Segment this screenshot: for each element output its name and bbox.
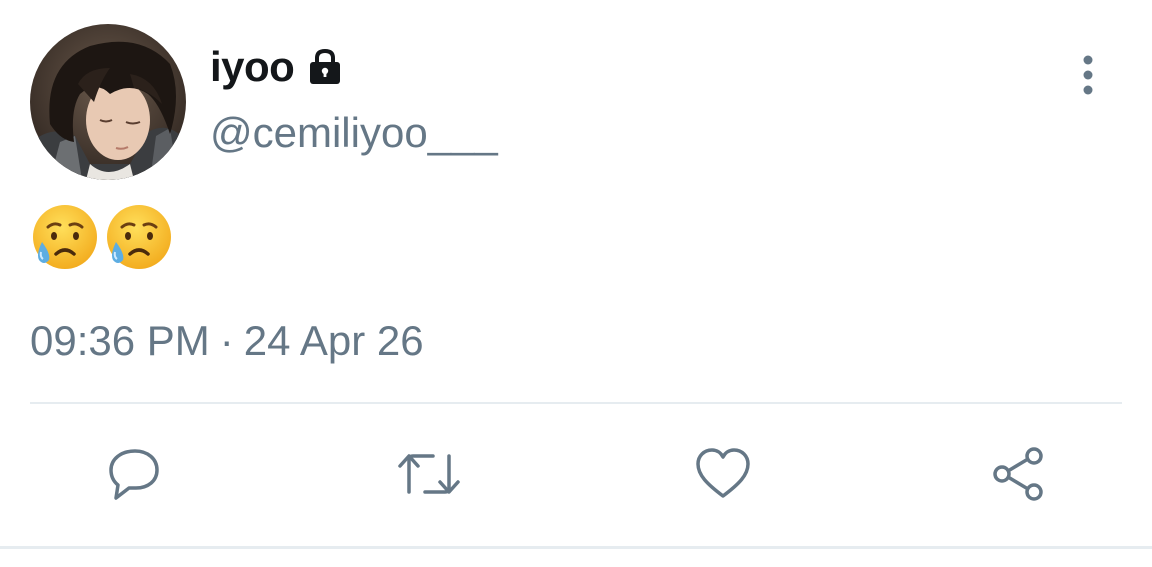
lock-icon bbox=[304, 46, 346, 88]
share-icon bbox=[993, 447, 1043, 501]
heart-icon bbox=[696, 448, 750, 498]
sad-but-relieved-face-icon bbox=[30, 202, 100, 272]
tweet-time: 09:36 PM bbox=[30, 317, 210, 364]
tweet-text bbox=[30, 202, 174, 274]
tweet-date: 24 Apr 26 bbox=[243, 317, 424, 364]
reply-button[interactable] bbox=[103, 442, 167, 506]
bottom-divider bbox=[0, 546, 1152, 549]
sad-but-relieved-face-icon bbox=[104, 202, 174, 272]
display-name-row: iyoo bbox=[210, 38, 346, 96]
user-handle[interactable]: @cemiliyoo___ bbox=[210, 112, 498, 154]
retweet-icon bbox=[398, 454, 460, 494]
tweet-timestamp[interactable]: 09:36 PM · 24 Apr 26 bbox=[30, 317, 424, 364]
display-name[interactable]: iyoo bbox=[210, 46, 295, 88]
avatar[interactable] bbox=[30, 24, 186, 180]
reply-icon bbox=[109, 449, 159, 500]
like-button[interactable] bbox=[691, 442, 755, 506]
tweet-detail: iyoo @cemiliyoo___ 09:36 PM · 24 Apr 26 bbox=[0, 0, 1152, 567]
more-options-button[interactable] bbox=[1068, 52, 1108, 98]
share-button[interactable] bbox=[986, 442, 1050, 506]
divider bbox=[30, 402, 1122, 404]
avatar-image bbox=[30, 24, 186, 180]
retweet-button[interactable] bbox=[397, 442, 461, 506]
timestamp-separator: · bbox=[219, 317, 234, 364]
more-vertical-icon bbox=[1083, 55, 1093, 95]
